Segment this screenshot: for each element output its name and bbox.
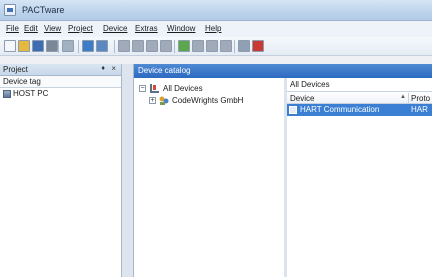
table-row[interactable]: HART Communication HAR [287, 104, 432, 116]
menu-help[interactable]: Help [205, 24, 221, 33]
expand-icon[interactable]: + [149, 97, 156, 104]
disconnect-icon[interactable] [132, 40, 144, 52]
device-catalog-window: Device catalog − All Devices + CodeWrigh… [133, 64, 432, 277]
parameter-icon[interactable] [192, 40, 204, 52]
pin-icon[interactable]: ♦ [101, 65, 105, 72]
print-icon[interactable] [46, 40, 58, 52]
device-catalog-icon[interactable] [82, 40, 94, 52]
add-device-icon[interactable] [178, 40, 190, 52]
menu-device[interactable]: Device [103, 24, 127, 33]
measured-value-icon[interactable] [206, 40, 218, 52]
store-icon[interactable] [160, 40, 172, 52]
connect-icon[interactable] [118, 40, 130, 52]
diagnosis-icon[interactable] [238, 40, 250, 52]
project-icon[interactable] [96, 40, 108, 52]
toolbar-separator [114, 40, 115, 53]
tab-device-catalog[interactable]: Device catalog [134, 64, 432, 78]
hart-device-icon [289, 106, 297, 114]
device-tag-column-label: Device tag [3, 77, 41, 86]
toolbar-separator [174, 40, 175, 53]
menu-window[interactable]: Window [167, 24, 195, 33]
project-tree-item-label: HOST PC [13, 89, 49, 98]
close-icon[interactable]: × [111, 64, 116, 73]
protocol-cell: HAR [411, 105, 428, 114]
menu-file[interactable]: File [6, 24, 19, 33]
sort-ascending-icon: ▲ [400, 94, 406, 100]
menu-project[interactable]: Project [68, 24, 93, 33]
device-list-header: Device ▲ Proto [287, 92, 432, 104]
menu-extras[interactable]: Extras [135, 24, 158, 33]
window-title: PACTware [22, 5, 65, 15]
device-name-cell: HART Communication [300, 105, 380, 114]
tab-device-catalog-label: Device catalog [138, 66, 191, 75]
device-list-title-label: All Devices [290, 80, 330, 89]
toolbar-separator [58, 40, 59, 53]
toolbar [0, 37, 432, 56]
toolbar-separator [78, 40, 79, 53]
menu-edit[interactable]: Edit [24, 24, 38, 33]
tree-item-codewrights[interactable]: + CodeWrights GmbH [134, 95, 284, 107]
save-icon[interactable] [32, 40, 44, 52]
simulation-icon[interactable] [220, 40, 232, 52]
stop-icon[interactable] [252, 40, 264, 52]
device-tag-column-header[interactable]: Device tag [0, 76, 121, 88]
tree-item-all-devices[interactable]: − All Devices [134, 83, 284, 95]
load-icon[interactable] [146, 40, 158, 52]
open-icon[interactable] [18, 40, 30, 52]
device-list-title: All Devices [287, 78, 432, 92]
tree-item-label: All Devices [163, 84, 203, 93]
print-preview-icon[interactable] [62, 40, 74, 52]
title-bar: PACTware [0, 0, 432, 21]
all-devices-icon [150, 84, 159, 93]
pactware-app-icon [4, 4, 16, 16]
column-header-device[interactable]: Device [290, 94, 314, 103]
vendor-icon [159, 96, 169, 105]
column-divider[interactable] [408, 93, 409, 103]
device-list: All Devices Device ▲ Proto HART Communic… [287, 78, 432, 277]
column-header-protocol[interactable]: Proto [411, 94, 430, 103]
tree-item-label: CodeWrights GmbH [172, 96, 244, 105]
project-panel-header: Project ♦ × [0, 64, 121, 76]
project-panel-title: Project [3, 65, 28, 74]
menu-view[interactable]: View [44, 24, 61, 33]
project-tree-item[interactable]: HOST PC [0, 88, 121, 100]
new-icon[interactable] [4, 40, 16, 52]
collapse-icon[interactable]: − [139, 85, 146, 92]
device-catalog-tree: − All Devices + CodeWrights GmbH [134, 78, 284, 277]
project-panel: Project ♦ × Device tag HOST PC [0, 64, 122, 277]
menu-bar: File Edit View Project Device Extras Win… [0, 22, 432, 37]
toolbar-separator [234, 40, 235, 53]
host-pc-icon [3, 90, 11, 98]
panel-splitter[interactable] [122, 64, 133, 277]
